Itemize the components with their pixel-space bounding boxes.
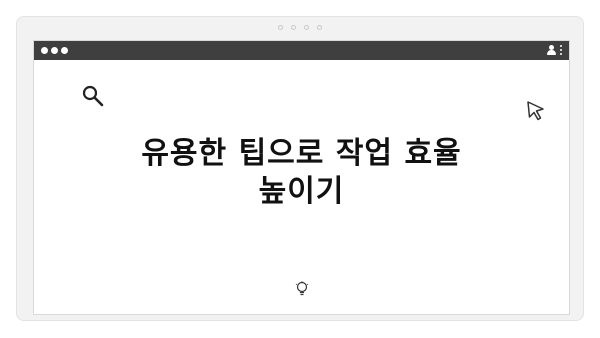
window-controls [41,47,68,54]
maximize-window-button[interactable] [61,47,68,54]
kebab-dot [560,45,562,47]
kebab-menu-icon[interactable] [560,44,562,56]
frame-dot [291,25,296,30]
headline-line-1: 유용한 팁으로 작업 효율 [141,136,462,171]
lightbulb-icon [295,281,309,296]
cursor-icon [527,101,544,121]
page-headline: 유용한 팁으로 작업 효율 높이기 [34,135,569,211]
headline-line-2: 높이기 [258,174,345,209]
kebab-dot [560,49,562,51]
close-window-button[interactable] [41,47,48,54]
kebab-dot [560,53,562,55]
minimize-window-button[interactable] [51,47,58,54]
search-icon[interactable] [82,85,104,107]
title-bar [34,41,569,60]
user-icon[interactable] [547,44,556,56]
frame-dot [317,25,322,30]
title-bar-actions [547,44,562,56]
browser-window: 유용한 팁으로 작업 효율 높이기 [33,40,570,315]
frame-dots [278,25,322,30]
frame-dot [304,25,309,30]
frame-dot [278,25,283,30]
